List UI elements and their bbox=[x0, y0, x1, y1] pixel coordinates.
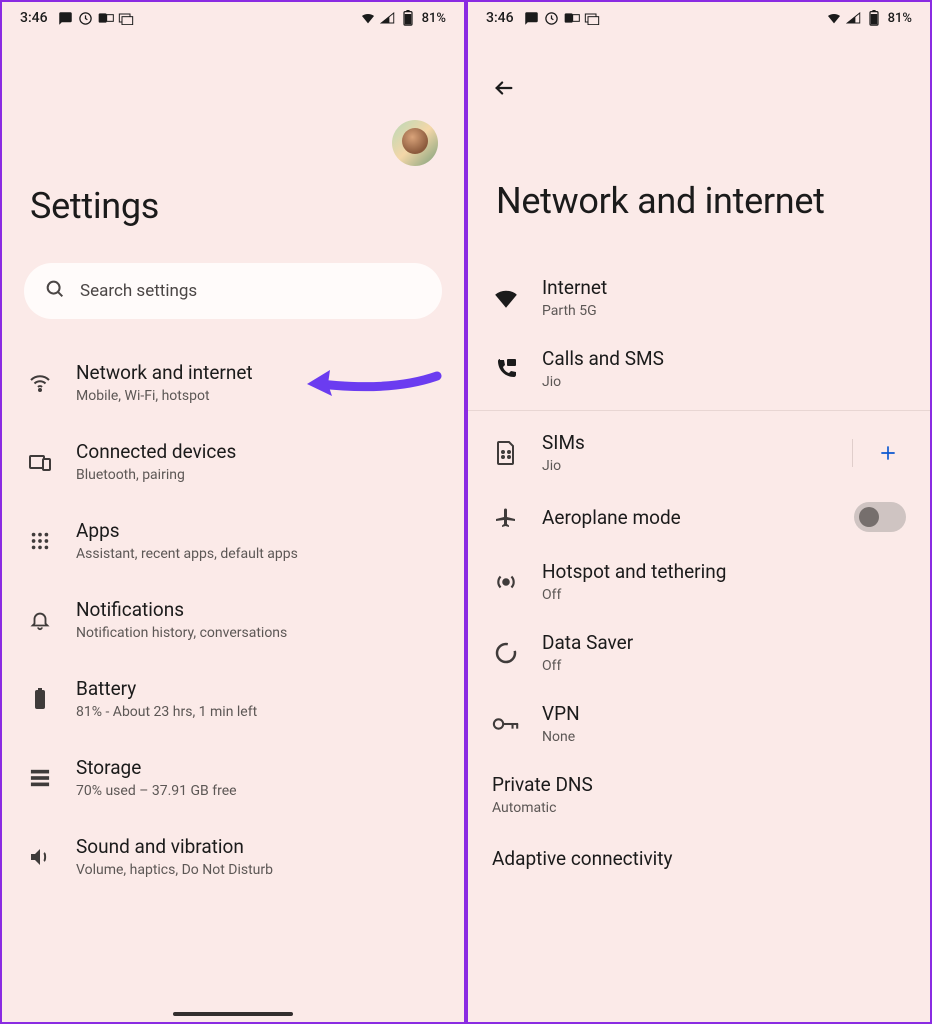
phone-sms-icon bbox=[492, 355, 520, 383]
item-sub: 81% - About 23 hrs, 1 min left bbox=[76, 704, 440, 720]
item-title: Storage bbox=[76, 756, 440, 779]
item-network-internet[interactable]: Network and internet Mobile, Wi-Fi, hots… bbox=[2, 343, 464, 422]
item-apps[interactable]: Apps Assistant, recent apps, default app… bbox=[2, 501, 464, 580]
status-bar: 3:46 81% bbox=[2, 2, 464, 30]
item-sub: Automatic bbox=[492, 800, 906, 816]
chat-icon bbox=[524, 10, 540, 26]
divider bbox=[468, 410, 930, 411]
clock-icon bbox=[544, 10, 560, 26]
item-storage[interactable]: Storage 70% used – 37.91 GB free bbox=[2, 738, 464, 817]
item-sub: Bluetooth, pairing bbox=[76, 467, 440, 483]
page-title: Network and internet bbox=[468, 180, 930, 222]
airplane-icon bbox=[492, 503, 520, 531]
misc-status-icon bbox=[118, 10, 134, 26]
search-placeholder: Search settings bbox=[80, 281, 197, 301]
outlook-icon bbox=[98, 10, 114, 26]
status-bar: 3:46 81% bbox=[468, 2, 930, 30]
storage-icon bbox=[26, 764, 54, 792]
wifi-icon bbox=[360, 10, 376, 26]
battery-icon bbox=[866, 10, 882, 26]
chat-icon bbox=[58, 10, 74, 26]
wifi-icon bbox=[826, 10, 842, 26]
item-sub: Jio bbox=[542, 374, 906, 390]
battery-icon bbox=[400, 10, 416, 26]
sim-icon bbox=[492, 439, 520, 467]
item-internet[interactable]: Internet Parth 5G bbox=[468, 262, 930, 333]
data-saver-icon bbox=[492, 639, 520, 667]
battery-icon bbox=[26, 685, 54, 713]
item-data-saver[interactable]: Data Saver Off bbox=[468, 617, 930, 688]
network-list: Internet Parth 5G Calls and SMS Jio SIMs… bbox=[468, 262, 930, 886]
item-sims[interactable]: SIMs Jio bbox=[468, 417, 930, 488]
item-title: Connected devices bbox=[76, 440, 440, 463]
item-title: VPN bbox=[542, 702, 906, 725]
devices-icon bbox=[26, 448, 54, 476]
outlook-icon bbox=[564, 10, 580, 26]
item-sub: 70% used – 37.91 GB free bbox=[76, 783, 440, 799]
hotspot-icon bbox=[492, 568, 520, 596]
item-title: Notifications bbox=[76, 598, 440, 621]
network-internet-screen: 3:46 81% Network and internet Internet P… bbox=[466, 0, 932, 1024]
search-settings[interactable]: Search settings bbox=[24, 263, 442, 319]
page-title: Settings bbox=[2, 185, 464, 227]
item-sub: Mobile, Wi-Fi, hotspot bbox=[76, 388, 440, 404]
item-sub: Parth 5G bbox=[542, 303, 906, 319]
item-title: Sound and vibration bbox=[76, 835, 440, 858]
item-title: SIMs bbox=[542, 431, 848, 454]
vpn-key-icon bbox=[492, 710, 520, 738]
item-vpn[interactable]: VPN None bbox=[468, 688, 930, 759]
settings-screen: 3:46 81% bbox=[0, 0, 466, 1024]
wifi-full-icon bbox=[492, 284, 520, 312]
signal-icon bbox=[380, 10, 396, 26]
item-sub: Notification history, conversations bbox=[76, 625, 440, 641]
item-hotspot[interactable]: Hotspot and tethering Off bbox=[468, 546, 930, 617]
item-sub: None bbox=[542, 729, 906, 745]
battery-percent: 81% bbox=[422, 11, 446, 26]
item-connected-devices[interactable]: Connected devices Bluetooth, pairing bbox=[2, 422, 464, 501]
profile-avatar[interactable] bbox=[392, 120, 438, 166]
item-title: Data Saver bbox=[542, 631, 906, 654]
item-battery[interactable]: Battery 81% - About 23 hrs, 1 min left bbox=[2, 659, 464, 738]
item-sub: Off bbox=[542, 587, 906, 603]
item-sub: Off bbox=[542, 658, 906, 674]
nav-handle[interactable] bbox=[173, 1012, 293, 1016]
bell-icon bbox=[26, 606, 54, 634]
status-time: 3:46 bbox=[486, 10, 514, 26]
item-sound[interactable]: Sound and vibration Volume, haptics, Do … bbox=[2, 817, 464, 896]
settings-list: Network and internet Mobile, Wi-Fi, hots… bbox=[2, 343, 464, 896]
status-time: 3:46 bbox=[20, 10, 48, 26]
item-aeroplane[interactable]: Aeroplane mode bbox=[468, 488, 930, 546]
item-title: Apps bbox=[76, 519, 440, 542]
clock-icon bbox=[78, 10, 94, 26]
item-private-dns[interactable]: Private DNS Automatic bbox=[468, 759, 930, 830]
add-sim-button[interactable] bbox=[870, 435, 906, 471]
misc-status-icon bbox=[584, 10, 600, 26]
item-calls-sms[interactable]: Calls and SMS Jio bbox=[468, 333, 930, 404]
item-title: Network and internet bbox=[76, 361, 440, 384]
item-sub: Assistant, recent apps, default apps bbox=[76, 546, 440, 562]
search-icon bbox=[44, 278, 66, 305]
item-title: Hotspot and tethering bbox=[542, 560, 906, 583]
back-button[interactable] bbox=[488, 72, 520, 104]
wifi-icon bbox=[26, 369, 54, 397]
item-sub: Jio bbox=[542, 458, 848, 474]
apps-icon bbox=[26, 527, 54, 555]
item-title: Adaptive connectivity bbox=[492, 847, 906, 870]
item-sub: Volume, haptics, Do Not Disturb bbox=[76, 862, 440, 878]
item-title: Battery bbox=[76, 677, 440, 700]
item-title: Calls and SMS bbox=[542, 347, 906, 370]
aeroplane-toggle[interactable] bbox=[854, 502, 906, 532]
item-title: Aeroplane mode bbox=[542, 506, 832, 529]
item-notifications[interactable]: Notifications Notification history, conv… bbox=[2, 580, 464, 659]
signal-icon bbox=[846, 10, 862, 26]
item-title: Internet bbox=[542, 276, 906, 299]
item-adaptive-connectivity[interactable]: Adaptive connectivity bbox=[468, 830, 930, 886]
item-title: Private DNS bbox=[492, 773, 906, 796]
battery-percent: 81% bbox=[888, 11, 912, 26]
volume-icon bbox=[26, 843, 54, 871]
